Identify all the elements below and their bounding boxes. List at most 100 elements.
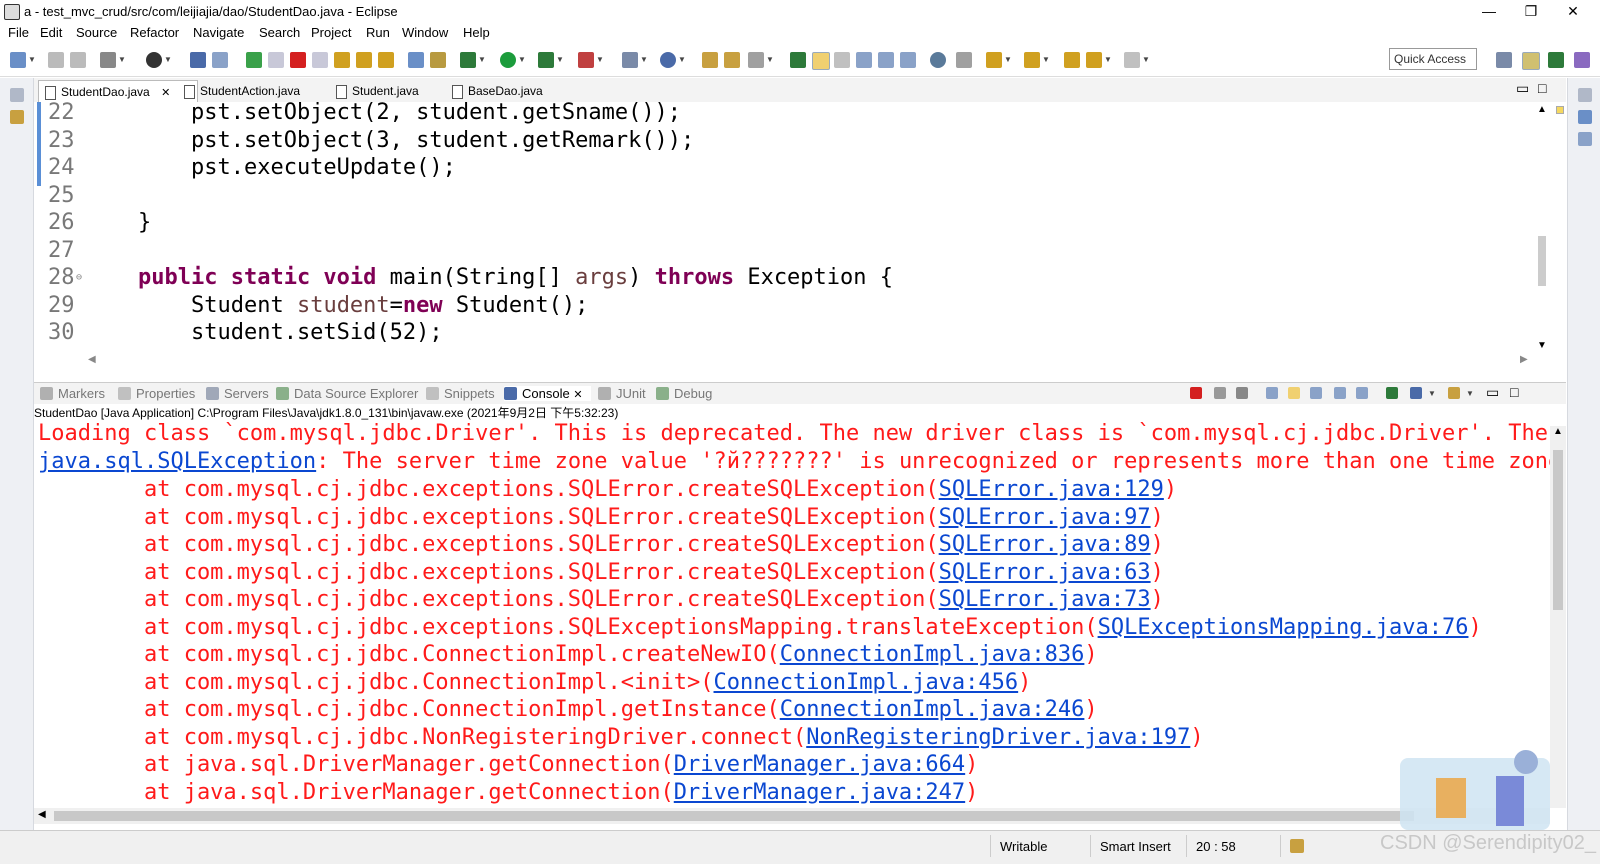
block-selection-icon[interactable]: [834, 52, 850, 68]
menu-navigate[interactable]: Navigate: [193, 25, 244, 40]
scroll-thumb[interactable]: [54, 811, 1414, 821]
source-link[interactable]: ConnectionImpl.java:456: [714, 670, 1019, 695]
exception-link[interactable]: java.sql.SQLException: [38, 449, 316, 474]
new-class-icon[interactable]: [660, 52, 676, 68]
suspend-icon[interactable]: [268, 52, 284, 68]
tab-servers[interactable]: Servers: [206, 386, 269, 401]
menu-project[interactable]: Project: [311, 25, 351, 40]
source-link[interactable]: DriverManager.java:247: [674, 780, 965, 805]
editor-vertical-scrollbar[interactable]: ▲ ▼: [1534, 104, 1550, 354]
previous-annotation-icon[interactable]: [1024, 52, 1040, 68]
open-type-icon[interactable]: [702, 52, 718, 68]
source-link[interactable]: ConnectionImpl.java:836: [780, 642, 1085, 667]
chevron-down-icon[interactable]: ▼: [518, 55, 526, 64]
brush-icon[interactable]: [100, 52, 116, 68]
globe-icon[interactable]: [930, 52, 946, 68]
chevron-down-icon[interactable]: ▼: [1004, 55, 1012, 64]
next-annotation-icon[interactable]: [986, 52, 1002, 68]
chevron-down-icon[interactable]: ▼: [766, 55, 774, 64]
forward-arrow-icon[interactable]: [1124, 52, 1140, 68]
source-link[interactable]: NonRegisteringDriver.java:197: [806, 725, 1190, 750]
package-explorer-icon[interactable]: [10, 110, 24, 124]
word-wrap-icon[interactable]: [1310, 387, 1322, 399]
scroll-up-icon[interactable]: ▲: [1553, 426, 1563, 437]
ruler-marker[interactable]: [1556, 106, 1564, 114]
chevron-down-icon[interactable]: ▼: [678, 55, 686, 64]
tab-properties[interactable]: Properties: [118, 386, 195, 401]
remove-launch-icon[interactable]: [1214, 387, 1226, 399]
menu-refactor[interactable]: Refactor: [130, 25, 179, 40]
back-arrow-icon[interactable]: [1086, 52, 1102, 68]
run-icon[interactable]: [500, 52, 516, 68]
pin-console-icon[interactable]: [1386, 387, 1398, 399]
toggle-ant-icon[interactable]: [790, 52, 806, 68]
open-task-icon[interactable]: [724, 52, 740, 68]
close-tab-icon[interactable]: ✕: [573, 389, 582, 401]
terminal-icon[interactable]: [190, 52, 206, 68]
minimize-button[interactable]: —: [1466, 0, 1512, 24]
code-editor[interactable]: 22 pst.setObject(2, student.getSname());…: [34, 102, 1566, 368]
pilcrow-icon[interactable]: [900, 52, 916, 68]
chevron-down-icon[interactable]: ▼: [28, 55, 36, 64]
remove-all-icon[interactable]: [1236, 387, 1248, 399]
terminate-icon[interactable]: [290, 52, 306, 68]
show-whitespace-icon[interactable]: [856, 52, 872, 68]
search-icon[interactable]: [748, 52, 764, 68]
source-link[interactable]: SQLError.java:89: [939, 532, 1151, 557]
use-step-filters-icon[interactable]: [430, 52, 446, 68]
minimize-view-icon[interactable]: ▭: [1486, 384, 1499, 401]
console-horizontal-scrollbar[interactable]: ◀: [34, 808, 1550, 824]
scroll-right-icon[interactable]: ▶: [1520, 354, 1528, 365]
close-button[interactable]: ✕: [1550, 0, 1596, 24]
coverage-icon[interactable]: [538, 52, 554, 68]
word-wrap-icon[interactable]: [878, 52, 894, 68]
restore-icon[interactable]: [10, 88, 24, 102]
scroll-lock-icon[interactable]: [1288, 387, 1300, 399]
scroll-left-icon[interactable]: ◀: [38, 809, 46, 820]
chevron-down-icon[interactable]: ▼: [478, 55, 486, 64]
drop-to-frame-icon[interactable]: [408, 52, 424, 68]
save-all-icon[interactable]: [70, 52, 86, 68]
source-link[interactable]: SQLError.java:129: [939, 477, 1164, 502]
step-return-icon[interactable]: [378, 52, 394, 68]
source-link[interactable]: ConnectionImpl.java:246: [780, 697, 1085, 722]
scroll-down-icon[interactable]: ▼: [1537, 340, 1547, 351]
display-console-icon[interactable]: [1410, 387, 1422, 399]
external-tools-icon[interactable]: [578, 52, 594, 68]
step-into-icon[interactable]: [334, 52, 350, 68]
menu-help[interactable]: Help: [463, 25, 490, 40]
outline-icon[interactable]: [1578, 110, 1592, 124]
chevron-down-icon[interactable]: ▼: [1466, 389, 1474, 398]
chevron-down-icon[interactable]: ▼: [1428, 389, 1436, 398]
source-link[interactable]: SQLExceptionsMapping.java:76: [1098, 615, 1469, 640]
clear-console-icon[interactable]: [1266, 387, 1278, 399]
console-output[interactable]: Loading class `com.mysql.jdbc.Driver'. T…: [34, 422, 1566, 807]
tab-studentdao[interactable]: StudentDao.java ✕: [38, 80, 198, 103]
resume-icon[interactable]: [246, 52, 262, 68]
chevron-down-icon[interactable]: ▼: [118, 55, 126, 64]
tab-console[interactable]: Console ✕: [504, 386, 591, 401]
minimize-view-icon[interactable]: ▭: [1516, 80, 1529, 97]
tab-studentaction[interactable]: StudentAction.java: [178, 80, 330, 102]
menu-run[interactable]: Run: [366, 25, 390, 40]
tab-student[interactable]: Student.java: [330, 80, 452, 102]
maximize-view-icon[interactable]: □: [1510, 384, 1518, 400]
task-list-icon[interactable]: [1578, 132, 1592, 146]
java-perspective-icon[interactable]: [1574, 52, 1590, 68]
scroll-left-icon[interactable]: ◀: [88, 354, 96, 365]
chevron-down-icon[interactable]: ▼: [596, 55, 604, 64]
close-tab-icon[interactable]: ✕: [161, 87, 170, 99]
tab-debug[interactable]: Debug: [656, 386, 712, 401]
menu-window[interactable]: Window: [402, 25, 448, 40]
open-console-icon[interactable]: [1448, 387, 1460, 399]
fold-collapse-icon[interactable]: ⊖: [76, 264, 82, 292]
quick-access-input[interactable]: Quick Access: [1389, 48, 1477, 70]
chevron-down-icon[interactable]: ▼: [1042, 55, 1050, 64]
overview-ruler[interactable]: [1554, 104, 1564, 354]
step-over-icon[interactable]: [356, 52, 372, 68]
open-perspective-icon[interactable]: [1496, 52, 1512, 68]
new-icon[interactable]: [10, 52, 26, 68]
annotation-icon[interactable]: [956, 52, 972, 68]
terminate-icon[interactable]: [1190, 387, 1202, 399]
menu-file[interactable]: File: [8, 25, 29, 40]
